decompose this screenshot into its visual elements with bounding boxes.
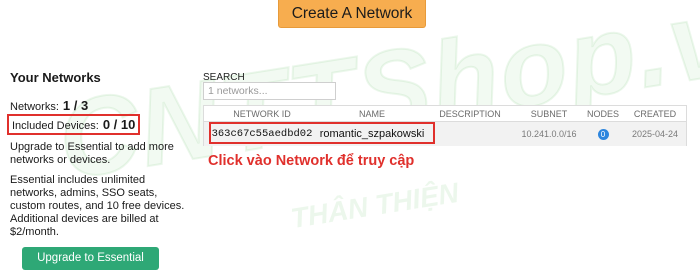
essential-includes-description: Essential includes unlimited networks, a… [10, 174, 185, 238]
networks-count: Networks: 1 / 3 [10, 98, 88, 113]
networks-count-label: Networks: [10, 101, 59, 113]
column-header-subnet[interactable]: SUBNET [514, 109, 584, 119]
sidebar-title: Your Networks [10, 70, 101, 85]
networks-table: NETWORK ID NAME DESCRIPTION SUBNET NODES… [203, 105, 687, 146]
column-header-nodes[interactable]: NODES [584, 109, 622, 119]
table-row[interactable]: 363c67c55aedbd02 romantic_szpakowski 10.… [204, 122, 686, 146]
instruction-annotation: Click vào Network để truy cập [208, 153, 415, 169]
watermark-slogan: THÂN THIỆN [288, 176, 461, 235]
create-network-button[interactable]: Create A Network [278, 0, 426, 28]
included-devices-count: Included Devices: 0 / 10 [7, 114, 141, 135]
included-devices-label: Included Devices: [12, 120, 99, 132]
included-devices-value: 0 / 10 [102, 117, 136, 132]
search-input[interactable] [203, 82, 336, 100]
network-subnet-cell: 10.241.0.0/16 [521, 129, 577, 139]
networks-count-value: 1 / 3 [62, 98, 89, 113]
network-id-cell[interactable]: 363c67c55aedbd02 [206, 128, 318, 140]
column-header-network-id[interactable]: NETWORK ID [206, 109, 318, 119]
upgrade-description: Upgrade to Essential to add more network… [10, 141, 174, 166]
column-header-created[interactable]: CREATED [622, 109, 688, 119]
network-created-cell: 2025-04-24 [631, 129, 679, 139]
network-nodes-cell: 0 [584, 129, 622, 140]
column-header-name[interactable]: NAME [318, 109, 426, 119]
network-name-cell[interactable]: romantic_szpakowski [318, 128, 426, 140]
table-header-row: NETWORK ID NAME DESCRIPTION SUBNET NODES… [204, 106, 686, 122]
nodes-count-badge: 0 [597, 129, 609, 140]
column-header-description[interactable]: DESCRIPTION [426, 109, 514, 119]
upgrade-to-essential-button[interactable]: Upgrade to Essential [22, 247, 159, 270]
